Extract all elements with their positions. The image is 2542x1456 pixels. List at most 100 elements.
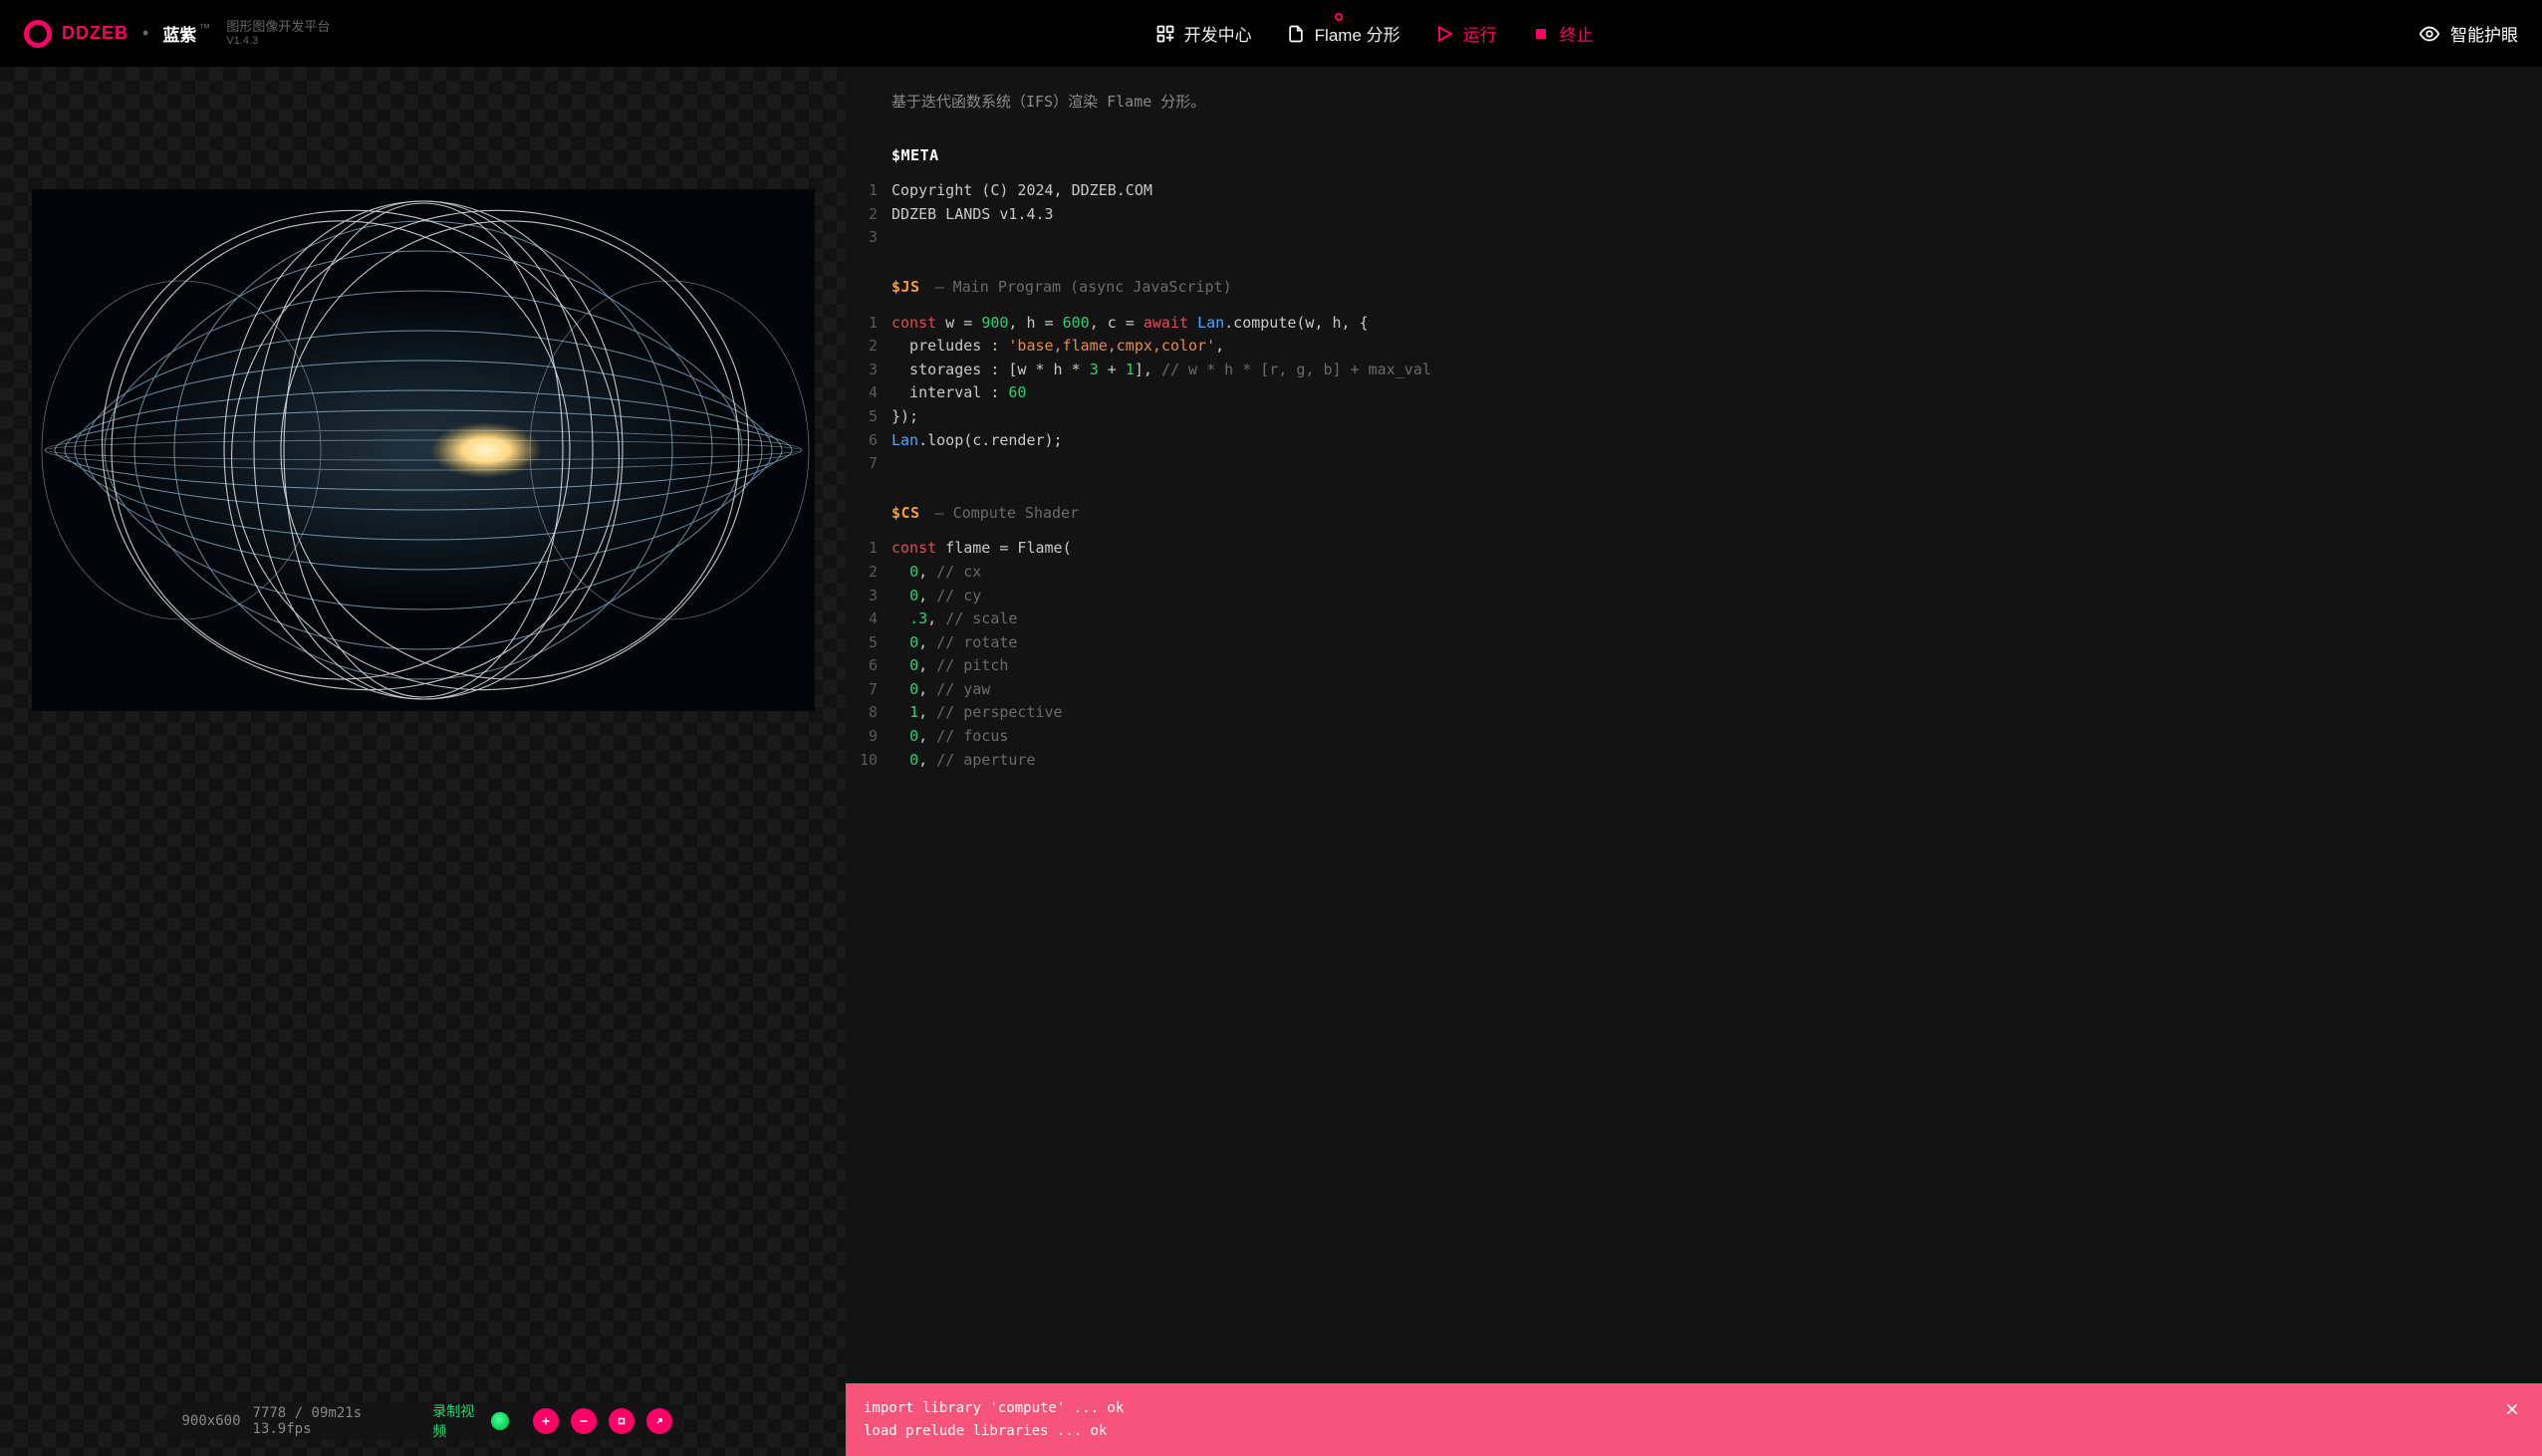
line-number: 8 [846,701,891,725]
file-label: Flame 分形 [1315,21,1400,46]
code-content: 0, // cy [891,585,2542,608]
line-number: 4 [846,381,891,405]
run-label: 运行 [1463,21,1497,46]
code-content: 0, // pitch [891,654,2542,678]
code-content: DDZEB LANDS v1.4.3 [891,203,2542,227]
line-number: 6 [846,429,891,453]
code-content: 1, // perspective [891,701,2542,725]
code-line[interactable]: 8 1, // perspective [846,701,2542,725]
code-editor[interactable]: 基于迭代函数系统（IFS）渲染 Flame 分形。 $META 1Copyrig… [846,67,2542,1383]
cs-section-subtitle: — Compute Shader [935,504,1080,522]
eye-icon [2418,23,2440,45]
cs-section-tag: $CS [891,504,920,522]
line-number: 7 [846,678,891,702]
line-number: 5 [846,405,891,429]
editor-description: 基于迭代函数系统（IFS）渲染 Flame 分形。 [846,67,2542,119]
separator-dot: • [142,23,148,44]
meta-code-block: 1Copyright (C) 2024, DDZEB.COM2DDZEB LAN… [846,167,2542,250]
line-number: 9 [846,725,891,749]
code-line[interactable]: 3 [846,226,2542,250]
code-line[interactable]: 1Copyright (C) 2024, DDZEB.COM [846,179,2542,203]
status-fps: 13.9fps [253,1421,312,1437]
brand-block[interactable]: DDZEB • 蓝紫™ 图形图像开发平台 V1.4.3 [24,20,330,48]
code-line[interactable]: 5}); [846,405,2542,429]
eye-care-button[interactable]: 智能护眼 [2418,21,2518,46]
cs-code-block: 1const flame = Flame(2 0, // cx3 0, // c… [846,525,2542,772]
code-content: const flame = Flame( [891,537,2542,561]
grid-icon [1155,24,1175,44]
code-line[interactable]: 7 [846,452,2542,476]
console-panel: import library 'compute' ... ok load pre… [846,1383,2542,1456]
code-content: 0, // aperture [891,749,2542,773]
logo-icon [24,20,52,48]
line-number: 2 [846,335,891,359]
line-number: 2 [846,203,891,227]
code-line[interactable]: 2 0, // cx [846,561,2542,585]
js-section-subtitle: — Main Program (async JavaScript) [935,278,1232,296]
line-number: 4 [846,607,891,631]
code-content: const w = 900, h = 600, c = await Lan.co… [891,312,2542,336]
status-time: 09m21s [312,1405,363,1421]
code-line[interactable]: 1const w = 900, h = 600, c = await Lan.c… [846,312,2542,336]
line-number: 10 [846,749,891,773]
status-resolution: 900x600 [182,1413,241,1429]
code-line[interactable]: 9 0, // focus [846,725,2542,749]
zoom-out-button[interactable] [571,1408,597,1434]
code-line[interactable]: 3 storages : [w * h * 3 + 1], // w * h *… [846,359,2542,382]
code-content [891,452,2542,476]
stop-button[interactable]: 终止 [1531,21,1594,46]
document-icon [1286,24,1306,44]
record-label: 录制视频 [432,1401,485,1441]
render-canvas[interactable] [32,189,815,711]
code-content: 0, // focus [891,725,2542,749]
status-frame: 7778 [253,1405,287,1421]
app-header: DDZEB • 蓝紫™ 图形图像开发平台 V1.4.3 开发中心 [0,0,2542,67]
code-content: }); [891,405,2542,429]
code-content: 0, // cx [891,561,2542,585]
play-icon [1434,24,1454,44]
code-content: interval : 60 [891,381,2542,405]
line-number: 6 [846,654,891,678]
code-line[interactable]: 5 0, // rotate [846,631,2542,655]
code-content: .3, // scale [891,607,2542,631]
render-viewport: 900x600 7778 / 09m21s 13.9fps 录制视频 [0,67,846,1456]
stop-icon [1531,24,1551,44]
code-content: Lan.loop(c.render); [891,429,2542,453]
brand-description: 图形图像开发平台 [226,20,330,34]
console-close-button[interactable] [2500,1397,2524,1428]
code-line[interactable]: 6Lan.loop(c.render); [846,429,2542,453]
line-number: 3 [846,585,891,608]
line-number: 1 [846,537,891,561]
code-line[interactable]: 2 preludes : 'base,flame,cmpx,color', [846,335,2542,359]
code-line[interactable]: 4 interval : 60 [846,381,2542,405]
file-button[interactable]: Flame 分形 [1286,21,1400,46]
dev-center-button[interactable]: 开发中心 [1155,21,1252,46]
code-content: Copyright (C) 2024, DDZEB.COM [891,179,2542,203]
code-content: 0, // rotate [891,631,2542,655]
brand-tm: ™ [198,21,210,35]
code-content: preludes : 'base,flame,cmpx,color', [891,335,2542,359]
code-line[interactable]: 7 0, // yaw [846,678,2542,702]
brand-version: V1.4.3 [226,35,330,47]
meta-section-tag: $META [891,146,939,164]
zoom-in-button[interactable] [533,1408,559,1434]
code-line[interactable]: 3 0, // cy [846,585,2542,608]
line-number: 5 [846,631,891,655]
code-line[interactable]: 6 0, // pitch [846,654,2542,678]
run-button[interactable]: 运行 [1434,21,1497,46]
dev-center-label: 开发中心 [1184,21,1252,46]
line-number: 3 [846,359,891,382]
code-content [891,226,2542,250]
code-editor-pane: 基于迭代函数系统（IFS）渲染 Flame 分形。 $META 1Copyrig… [846,67,2542,1456]
line-number: 7 [846,452,891,476]
code-content: storages : [w * h * 3 + 1], // w * h * [… [891,359,2542,382]
code-line[interactable]: 4 .3, // scale [846,607,2542,631]
code-line[interactable]: 10 0, // aperture [846,749,2542,773]
open-external-button[interactable] [646,1408,672,1434]
record-button[interactable]: 录制视频 [432,1401,508,1441]
code-line[interactable]: 1const flame = Flame( [846,537,2542,561]
line-number: 1 [846,179,891,203]
stop-label: 终止 [1560,21,1594,46]
code-line[interactable]: 2DDZEB LANDS v1.4.3 [846,203,2542,227]
reset-view-button[interactable] [609,1408,635,1434]
